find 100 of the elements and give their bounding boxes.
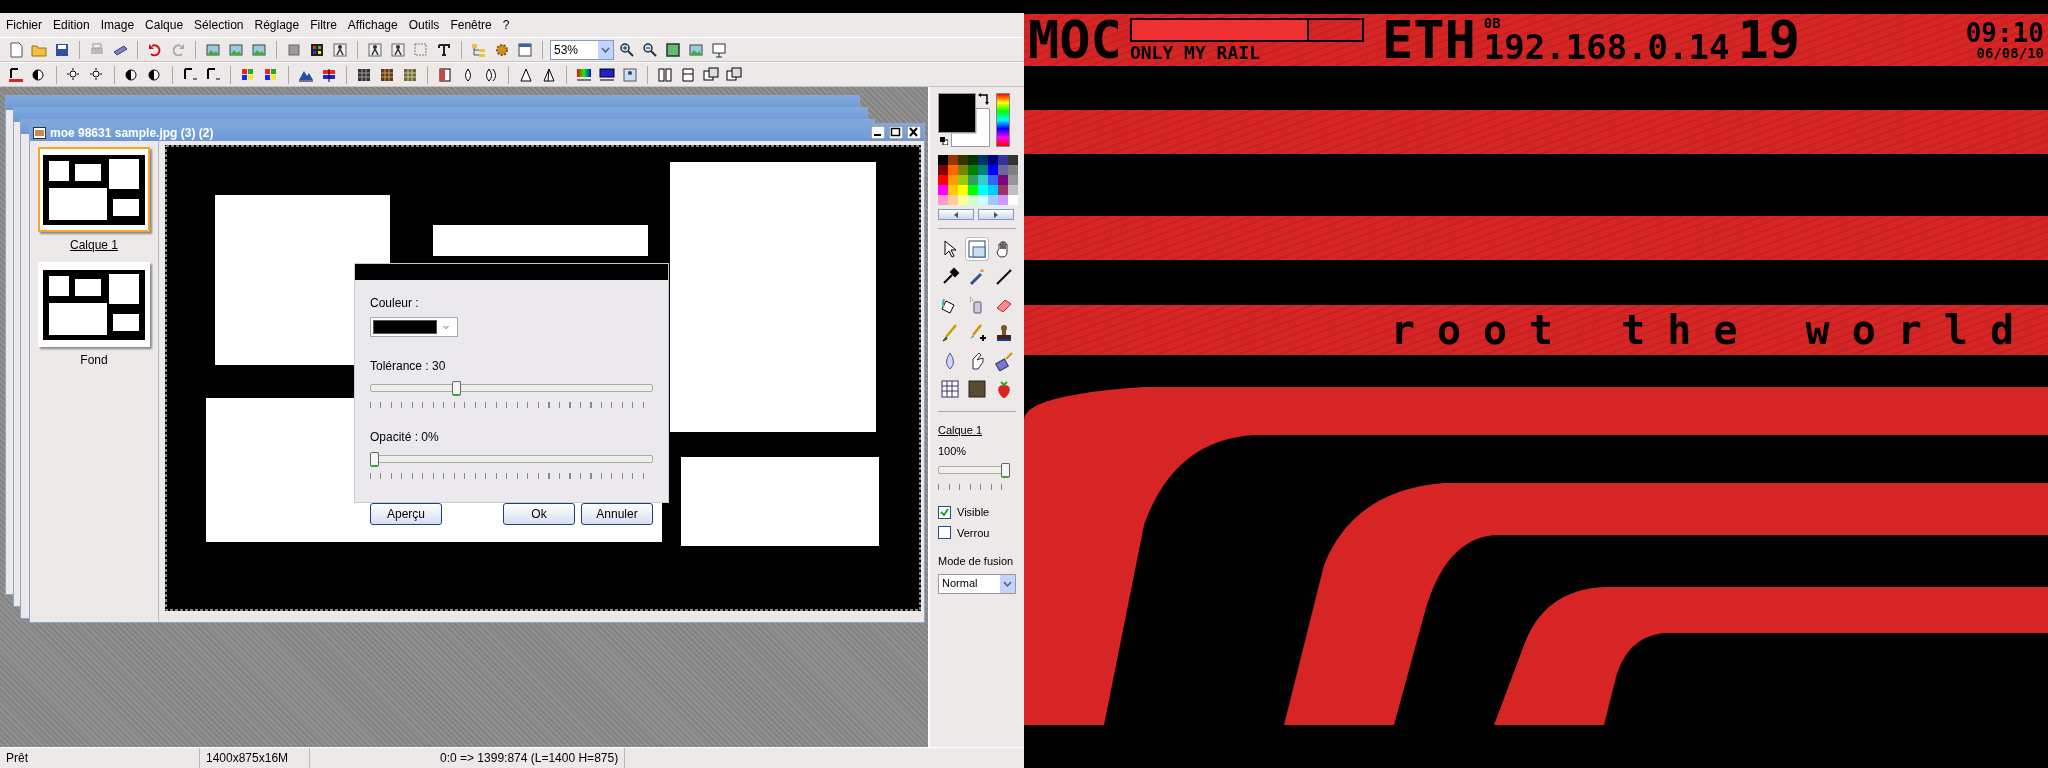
blend-mode-dropdown[interactable]: Normal (938, 573, 1016, 594)
palette-swatch[interactable] (968, 165, 978, 175)
dialog-button[interactable]: Annuler (581, 503, 653, 525)
caret-icon[interactable] (1003, 580, 1012, 587)
palette-swatch[interactable] (968, 185, 978, 195)
dialog-button[interactable]: Ok (503, 503, 575, 525)
triangle-icon[interactable] (518, 66, 534, 83)
palette-swatch[interactable] (938, 185, 948, 195)
person-frame-icon[interactable] (367, 41, 383, 58)
palette-scroll-button[interactable] (978, 209, 1014, 220)
color-bars-icon[interactable] (321, 66, 337, 83)
palette-swatch[interactable] (978, 165, 988, 175)
half-square-icon[interactable] (437, 66, 453, 83)
palette-swatch[interactable] (938, 155, 948, 165)
opacity-slider-thumb[interactable] (1001, 463, 1010, 478)
window-icon[interactable] (517, 41, 533, 58)
contrast-plus-icon[interactable] (147, 66, 163, 83)
brightness-minus-icon[interactable] (66, 66, 82, 83)
triangles-icon[interactable] (541, 66, 557, 83)
gradient-icon[interactable] (599, 66, 615, 83)
menu-item[interactable]: ? (498, 16, 517, 34)
zoom-in-icon[interactable] (619, 41, 635, 58)
color-plus-icon[interactable] (263, 66, 279, 83)
palette-swatch[interactable] (998, 195, 1008, 205)
layer-name[interactable]: Calque 1 (938, 422, 1016, 439)
tool-button[interactable] (992, 349, 1016, 373)
grid-icon[interactable] (356, 66, 372, 83)
picture-frame-icon[interactable] (688, 41, 704, 58)
checkbox[interactable] (938, 526, 951, 540)
menu-item[interactable]: Calque (141, 16, 191, 34)
palette-swatch[interactable] (988, 195, 998, 205)
palette-swatch[interactable] (968, 155, 978, 165)
primary-color-swatch[interactable] (938, 93, 976, 133)
gamma-minus-icon[interactable] (182, 66, 198, 83)
slider[interactable] (370, 381, 653, 396)
menu-item[interactable]: Sélection (190, 16, 251, 34)
color-dropdown[interactable] (370, 317, 458, 337)
dialog-button[interactable]: Aperçu (370, 503, 442, 525)
person-icon[interactable] (332, 41, 348, 58)
palette-swatch[interactable] (978, 155, 988, 165)
palette-swatch[interactable] (998, 175, 1008, 185)
menu-item[interactable]: Image (96, 16, 142, 34)
palette-swatch[interactable] (958, 175, 968, 185)
caret-icon[interactable] (601, 46, 610, 53)
picture-icon[interactable] (205, 41, 221, 58)
menu-item[interactable]: Edition (49, 16, 97, 34)
color-minus-icon[interactable] (240, 66, 256, 83)
layer-name[interactable]: Calque 1 (69, 236, 118, 254)
palette-swatch[interactable] (1008, 155, 1018, 165)
zoom-out-icon[interactable] (642, 41, 658, 58)
swap-arrows-icon[interactable] (978, 93, 990, 105)
palette-swatch[interactable] (968, 175, 978, 185)
palette-swatch[interactable] (1008, 185, 1018, 195)
page-icon[interactable] (680, 66, 696, 83)
palette-swatch[interactable] (978, 195, 988, 205)
palette-swatch[interactable] (938, 195, 948, 205)
palette-swatch[interactable] (938, 165, 948, 175)
palette-swatch[interactable] (1008, 175, 1018, 185)
auto-contrast-icon[interactable] (31, 66, 47, 83)
drops-icon[interactable] (483, 66, 499, 83)
slider-thumb[interactable] (370, 452, 379, 467)
fit-screen-icon[interactable] (665, 41, 681, 58)
save-icon[interactable] (54, 41, 70, 58)
palette-swatch[interactable] (998, 155, 1008, 165)
auto-gamma-icon[interactable] (8, 66, 24, 83)
palette-swatch[interactable] (1008, 165, 1018, 175)
palette-swatch[interactable] (978, 185, 988, 195)
square-icon[interactable] (286, 41, 302, 58)
palette-swatch[interactable] (948, 185, 958, 195)
opacity-slider[interactable] (938, 463, 1010, 478)
rainbow-icon[interactable] (576, 66, 592, 83)
palette-swatch[interactable] (958, 155, 968, 165)
brightness-plus-icon[interactable] (89, 66, 105, 83)
new-file-icon[interactable] (8, 41, 24, 58)
palette-swatch[interactable] (968, 195, 978, 205)
menu-item[interactable]: Fichier (2, 16, 49, 34)
picture-icon[interactable] (228, 41, 244, 58)
close-icon[interactable] (907, 126, 921, 139)
checkbox[interactable] (938, 505, 951, 519)
palette-swatch[interactable] (1008, 195, 1018, 205)
palette-swatch[interactable] (988, 175, 998, 185)
text-icon[interactable] (436, 41, 452, 58)
palette-swatch[interactable] (998, 165, 1008, 175)
color-grid-icon[interactable] (309, 41, 325, 58)
palette-swatch[interactable] (948, 155, 958, 165)
picture-icon[interactable] (251, 41, 267, 58)
secondary-color-swatch[interactable] (951, 108, 990, 147)
layer-thumbnail[interactable] (38, 147, 150, 232)
grid-icon[interactable] (379, 66, 395, 83)
maximize-icon[interactable] (889, 126, 903, 139)
menu-item[interactable]: Fenêtre (446, 16, 499, 34)
slider-thumb[interactable] (452, 381, 462, 396)
menu-item[interactable]: Filtre (306, 16, 344, 34)
screen-icon[interactable] (711, 41, 727, 58)
undo-icon[interactable] (147, 41, 163, 58)
image-swap-icon[interactable] (703, 66, 719, 83)
menu-item[interactable]: Affichage (343, 16, 405, 34)
menu-item[interactable]: Réglage (250, 16, 307, 34)
gamma-plus-icon[interactable] (205, 66, 221, 83)
palette-swatch[interactable] (948, 175, 958, 185)
